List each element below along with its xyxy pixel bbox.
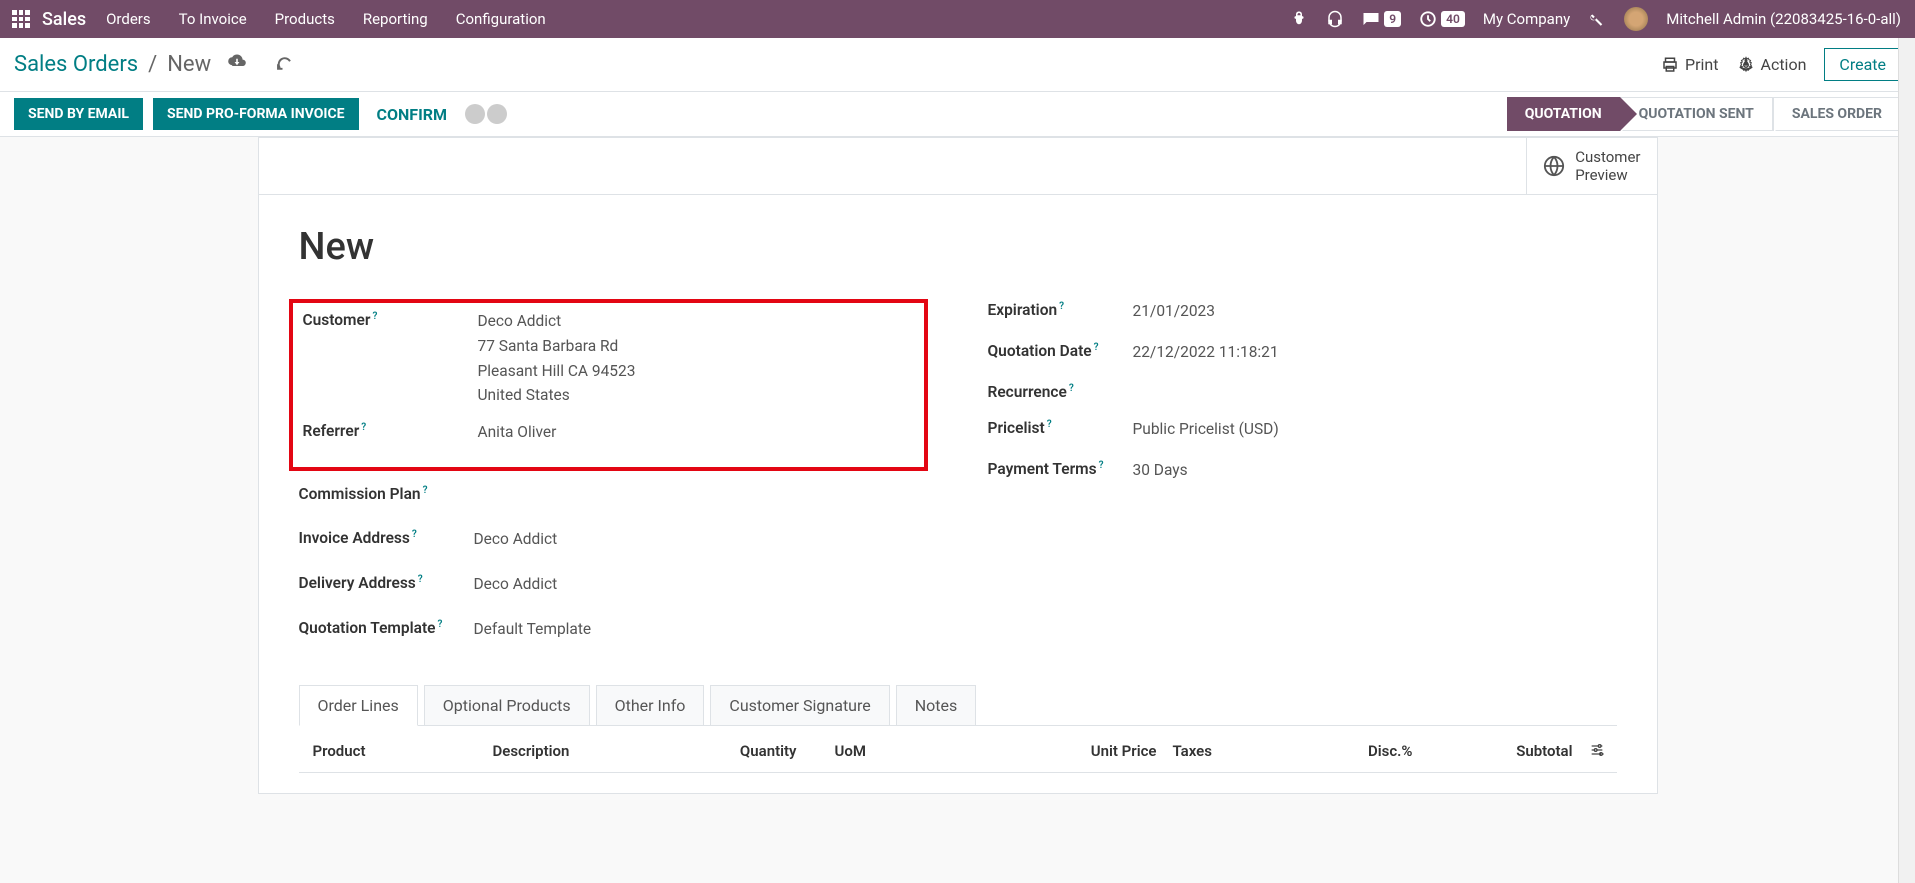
tab-notes[interactable]: Notes: [896, 685, 977, 726]
pricelist-field[interactable]: Public Pricelist (USD): [1133, 417, 1617, 442]
brand[interactable]: Sales: [42, 9, 86, 30]
referrer-field[interactable]: Anita Oliver: [478, 420, 914, 445]
messages-icon[interactable]: 9: [1362, 10, 1401, 28]
th-unit-price[interactable]: Unit Price: [925, 738, 1165, 772]
status-quotation[interactable]: QUOTATION: [1507, 97, 1620, 131]
invoice-address-field[interactable]: Deco Addict: [474, 527, 928, 552]
invoice-address-label: Invoice Address?: [299, 527, 474, 547]
vertical-scrollbar[interactable]: [1898, 38, 1915, 883]
action-button[interactable]: Action: [1737, 55, 1807, 74]
breadcrumb: Sales Orders / New: [14, 52, 293, 77]
nav-orders[interactable]: Orders: [106, 10, 151, 28]
th-uom[interactable]: UoM: [805, 738, 925, 772]
breadcrumb-sep: /: [148, 52, 157, 77]
th-disc[interactable]: Disc.%: [1325, 738, 1421, 772]
th-taxes[interactable]: Taxes: [1165, 738, 1325, 772]
quotation-date-label: Quotation Date?: [988, 340, 1133, 360]
breadcrumb-current: New: [167, 52, 211, 77]
tab-order-lines[interactable]: Order Lines: [299, 685, 418, 726]
apps-icon[interactable]: [12, 10, 30, 28]
nav-products[interactable]: Products: [275, 10, 335, 28]
th-product[interactable]: Product: [305, 738, 485, 772]
support-icon[interactable]: [1326, 10, 1344, 28]
breadcrumb-root[interactable]: Sales Orders: [14, 52, 138, 77]
send-proforma-button[interactable]: SEND PRO-FORMA INVOICE: [153, 98, 359, 130]
quotation-date-field[interactable]: 22/12/2022 11:18:21: [1133, 340, 1617, 365]
globe-icon: [1543, 155, 1565, 177]
print-button[interactable]: Print: [1661, 55, 1718, 74]
customer-label: Customer?: [303, 309, 478, 329]
followers[interactable]: [465, 104, 507, 124]
company-selector[interactable]: My Company: [1483, 10, 1570, 28]
avatar[interactable]: [1624, 7, 1648, 31]
expiration-field[interactable]: 21/01/2023: [1133, 299, 1617, 324]
activities-badge: 40: [1441, 11, 1465, 27]
status-sales-order[interactable]: SALES ORDER: [1773, 97, 1901, 131]
customer-preview-line1: Customer: [1575, 148, 1640, 166]
nav-to-invoice[interactable]: To Invoice: [179, 10, 247, 28]
delivery-address-field[interactable]: Deco Addict: [474, 572, 928, 597]
th-settings-icon[interactable]: [1581, 738, 1611, 772]
confirm-button[interactable]: CONFIRM: [377, 105, 448, 124]
delivery-address-label: Delivery Address?: [299, 572, 474, 592]
tabs: Order Lines Optional Products Other Info…: [299, 684, 1617, 726]
tab-other-info[interactable]: Other Info: [596, 685, 705, 726]
pricelist-label: Pricelist?: [988, 417, 1133, 437]
customer-preview-line2: Preview: [1575, 166, 1640, 184]
bug-icon[interactable]: [1290, 10, 1308, 28]
create-button[interactable]: Create: [1824, 48, 1901, 81]
user-name[interactable]: Mitchell Admin (22083425-16-0-all): [1666, 10, 1901, 28]
referrer-label: Referrer?: [303, 420, 478, 440]
discard-icon[interactable]: [275, 53, 293, 76]
follower-icon: [487, 104, 507, 124]
th-description[interactable]: Description: [485, 738, 695, 772]
expiration-label: Expiration?: [988, 299, 1133, 319]
send-email-button[interactable]: SEND BY EMAIL: [14, 98, 143, 130]
commission-label: Commission Plan?: [299, 483, 474, 503]
th-quantity[interactable]: Quantity: [695, 738, 805, 772]
save-cloud-icon[interactable]: [227, 54, 247, 75]
highlight-box: Customer? Deco Addict 77 Santa Barbara R…: [289, 299, 928, 471]
recurrence-label: Recurrence?: [988, 381, 1133, 401]
nav-configuration[interactable]: Configuration: [456, 10, 546, 28]
tab-customer-signature[interactable]: Customer Signature: [710, 685, 889, 726]
quotation-template-field[interactable]: Default Template: [474, 617, 928, 642]
top-navbar: Sales Orders To Invoice Products Reporti…: [0, 0, 1915, 38]
form-sheet: Customer Preview New Customer? Deco Addi…: [258, 137, 1658, 794]
tab-optional-products[interactable]: Optional Products: [424, 685, 590, 726]
payment-terms-field[interactable]: 30 Days: [1133, 458, 1617, 483]
order-lines-table-header: Product Description Quantity UoM Unit Pr…: [299, 726, 1617, 773]
messages-badge: 9: [1384, 11, 1401, 27]
payment-terms-label: Payment Terms?: [988, 458, 1133, 478]
customer-preview-button[interactable]: Customer Preview: [1526, 138, 1656, 194]
th-subtotal[interactable]: Subtotal: [1421, 738, 1581, 772]
activities-icon[interactable]: 40: [1419, 10, 1465, 28]
follower-icon: [465, 104, 485, 124]
nav-reporting[interactable]: Reporting: [363, 10, 428, 28]
customer-field[interactable]: Deco Addict 77 Santa Barbara Rd Pleasant…: [478, 309, 914, 408]
page-title[interactable]: New: [299, 225, 1617, 269]
status-quotation-sent[interactable]: QUOTATION SENT: [1620, 97, 1773, 131]
quotation-template-label: Quotation Template?: [299, 617, 474, 637]
control-bar: Sales Orders / New Print Action Create: [0, 38, 1915, 91]
tools-icon[interactable]: [1588, 10, 1606, 28]
status-bar: SEND BY EMAIL SEND PRO-FORMA INVOICE CON…: [0, 91, 1915, 137]
